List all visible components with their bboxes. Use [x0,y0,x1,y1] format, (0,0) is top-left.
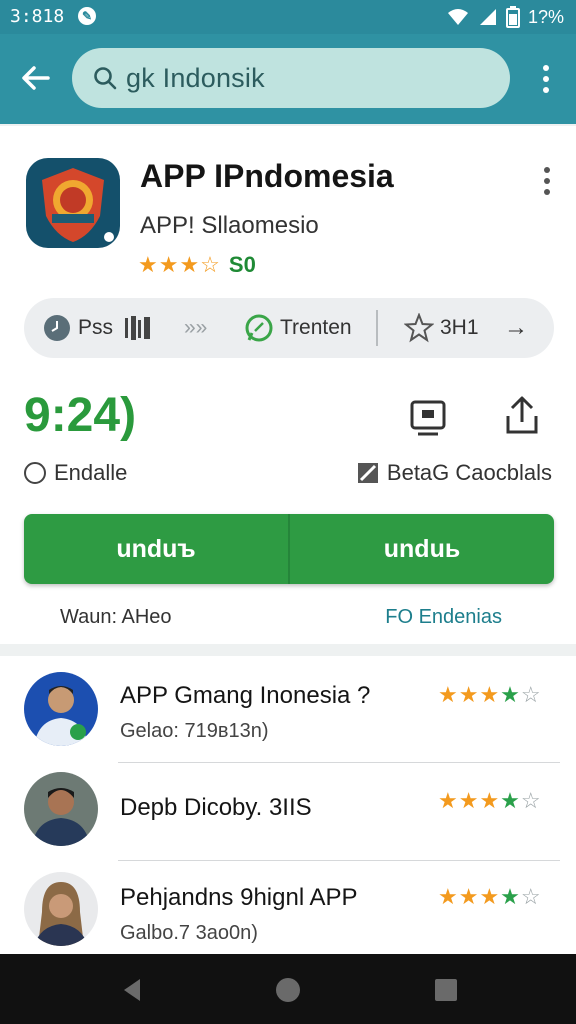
status-bar: 3:818 ✎ 1?% [0,0,576,34]
rating-stars: ★★★☆ [138,252,221,277]
footer-right-link[interactable]: FO Endenias [385,606,502,629]
signal-icon [479,9,496,25]
system-nav-bar [0,954,576,1024]
battery-icon [505,6,520,28]
install-button-right[interactable]: unduь [290,514,554,584]
share-icon[interactable] [502,394,542,436]
arrow-right-icon[interactable]: → [504,298,528,358]
beta-label: BetaG Caocblals [386,460,552,485]
list-divider [118,762,560,763]
monitor-icon[interactable] [408,396,448,438]
rating-stars: ★★★★☆ [438,788,542,813]
search-bar[interactable]: gk Indonsik [72,48,510,108]
search-icon [94,67,117,90]
app-rating: ★★★☆ S0 [138,252,256,278]
strip-item-pss[interactable]: Pss [42,298,153,358]
edit-icon [357,463,378,483]
notification-icon: ✎ [78,7,96,25]
app-detail-card: APP IPndomesia APP! Sllaomesio ★★★☆ S0 P… [0,126,576,644]
list-item-subtitle: Gelao: 719в13n) [120,720,269,742]
list-item-title: APP Gmang Inonesia ? [120,682,371,709]
nav-recents-icon[interactable] [432,976,460,1004]
back-arrow-icon[interactable] [18,60,54,96]
strip-label-pss: Pss [78,316,114,339]
app-developer[interactable]: APP! Sllaomesio [140,212,319,240]
radio-icon[interactable] [24,462,46,484]
strip-label-rating: 3H1 [440,316,479,339]
star-outline-icon [404,313,434,343]
strip-label-trenten: Trenten [280,316,352,339]
whatsapp-icon [245,314,273,342]
install-button-left[interactable]: unduъ [24,514,288,584]
related-apps-list: APP Gmang Inonesia ? Gelao: 719в13n) ★★★… [0,656,576,954]
endalle-label: Endalle [54,460,128,485]
search-query[interactable]: gk Indonsik [126,63,265,94]
app-title: APP IPndomesia [140,158,394,194]
wifi-icon [447,9,468,25]
list-item[interactable]: Depb Dicoby. 3IIS ★★★★☆ [0,766,576,866]
nav-home-icon[interactable] [274,976,302,1004]
rating-stars: ★★★★☆ [438,884,542,909]
strip-arrows: »» [184,316,208,339]
card-overflow-icon[interactable] [540,166,554,196]
endalle-option[interactable]: Endalle [24,460,127,486]
avatar [24,772,98,846]
avatar [24,672,98,746]
app-logo [26,158,120,248]
nav-back-icon[interactable] [118,976,146,1004]
list-item-title: Depb Dicoby. 3IIS [120,794,312,821]
app-bar: gk Indonsik [0,34,576,124]
info-strip: Pss »» Trenten 3H1 → [24,298,554,358]
footer-left-text: Waun: AHeo [60,606,172,628]
overflow-menu-icon[interactable] [534,62,558,96]
beta-option[interactable]: BetaG Caocblals [357,460,552,486]
barcode-icon [125,316,151,340]
clock-icon [44,315,70,341]
avatar [24,872,98,946]
list-item-title: Pehjandns 9hignl APP [120,884,358,911]
strip-item-trenten[interactable]: Trenten [244,298,352,358]
status-indicators: 1?% [446,5,564,29]
rating-value: S0 [228,252,256,277]
list-item[interactable]: APP Gmang Inonesia ? Gelao: 719в13n) ★★★… [0,666,576,766]
install-bar: unduъ unduь [24,514,554,584]
status-time: 3:818 [10,6,65,27]
list-item-subtitle: Galbo.7 3ao0n) [120,922,258,944]
strip-divider [376,310,378,346]
strip-item-rating[interactable]: 3H1 [404,298,479,358]
list-divider [118,860,560,861]
rating-stars: ★★★★☆ [438,682,542,707]
list-item[interactable]: Pehjandns 9hignl APP Galbo.7 3ao0n) ★★★★… [0,866,576,966]
battery-percent: 1?% [527,6,564,27]
big-number: 9:24) [24,389,137,442]
